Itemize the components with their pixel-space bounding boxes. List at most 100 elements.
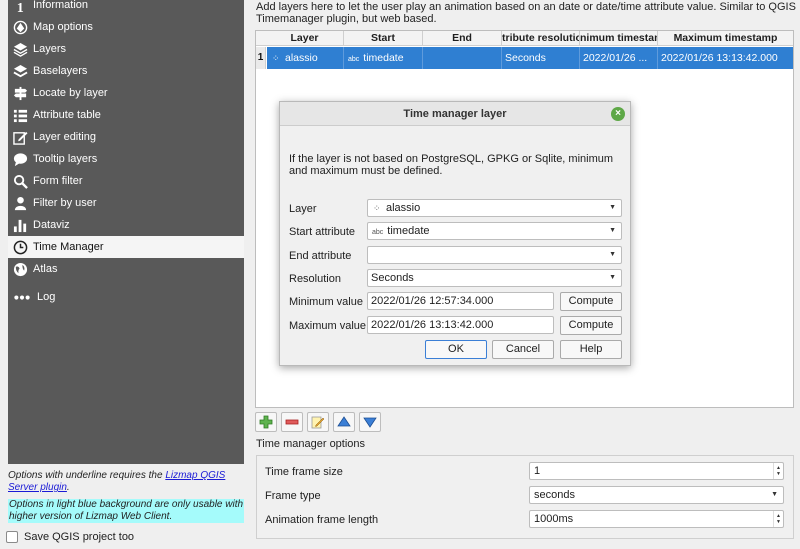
maximum-value-label: Maximum value (289, 320, 367, 332)
signpost-icon (10, 84, 30, 102)
row-number[interactable]: 1 (256, 47, 266, 69)
table-header: Layer Start End tribute resolutio nimum … (256, 31, 793, 46)
cell-layer-text: alassio (285, 52, 318, 64)
move-down-button[interactable] (359, 412, 381, 432)
dialog-titlebar[interactable]: Time manager layer × (280, 102, 630, 126)
sidebar-item-baselayers[interactable]: Baselayers (8, 60, 244, 82)
sidebar-item-label: Atlas (33, 263, 58, 275)
end-attribute-label: End attribute (289, 250, 352, 262)
globe-icon (10, 260, 30, 278)
column-header-end[interactable]: End (423, 31, 502, 46)
add-layer-button[interactable] (255, 412, 277, 432)
baselayers-icon (10, 62, 30, 80)
column-header-layer[interactable]: Layer (266, 31, 344, 46)
frame-type-select[interactable]: seconds ▼ (529, 486, 784, 504)
underline-options-hint: Options with underline requires the Lizm… (8, 470, 244, 494)
chevron-down-icon: ▼ (609, 251, 616, 258)
layers-icon (10, 40, 30, 58)
arrow-down-icon (363, 417, 377, 428)
save-project-label: Save QGIS project too (24, 531, 135, 543)
sidebar-item-log[interactable]: Log (8, 286, 244, 308)
start-attribute-label: Start attribute (289, 226, 356, 238)
sidebar-item-atlas[interactable]: Atlas (8, 258, 244, 280)
speech-bubble-icon (10, 150, 30, 168)
sidebar-item-label: Time Manager (33, 241, 104, 253)
time-manager-layer-dialog: Time manager layer × If the layer is not… (279, 101, 631, 366)
chevron-down-icon: ▼ (609, 227, 616, 234)
frame-size-value: 1 (534, 465, 541, 477)
cell-min-timestamp: 2022/01/26 ... (580, 47, 658, 69)
sidebar-item-filter-by-user[interactable]: Filter by user (8, 192, 244, 214)
cell-start: abc timedate (344, 47, 423, 69)
sidebar-item-dataviz[interactable]: Dataviz (8, 214, 244, 236)
table-row[interactable]: ⁘ alassio abc timedate Seconds 2022/01/26 … (267, 47, 793, 69)
resolution-value: Seconds (371, 272, 414, 284)
save-project-option[interactable]: Save QGIS project too (6, 530, 134, 544)
table-toolbar (255, 412, 381, 432)
frame-size-label: Time frame size (265, 466, 343, 478)
sidebar-item-label: Baselayers (33, 65, 88, 77)
cancel-button[interactable]: Cancel (492, 340, 554, 359)
sidebar-item-information[interactable]: 1 Information (8, 0, 244, 16)
move-up-button[interactable] (333, 412, 355, 432)
chevron-down-icon: ▼ (771, 491, 778, 498)
clock-icon (10, 238, 30, 256)
sidebar-item-form-filter[interactable]: Form filter (8, 170, 244, 192)
maximum-value-input[interactable]: 2022/01/26 13:13:42.000 (367, 316, 554, 334)
ok-button[interactable]: OK (425, 340, 487, 359)
sidebar-item-attribute-table[interactable]: Attribute table (8, 104, 244, 126)
layer-select[interactable]: ⁘ alassio ▼ (367, 199, 622, 217)
sidebar-item-label: Tooltip layers (33, 153, 98, 165)
frame-length-value: 1000ms (534, 513, 574, 525)
close-icon[interactable]: × (611, 107, 625, 121)
list-icon (10, 106, 30, 124)
dialog-message: If the layer is not based on PostgreSQL,… (289, 153, 614, 177)
sidebar-item-tooltip-layers[interactable]: Tooltip layers (8, 148, 244, 170)
edit-icon (10, 128, 30, 146)
spin-arrows-icon[interactable]: ▲ ▼ (773, 463, 783, 479)
sidebar-item-layer-editing[interactable]: Layer editing (8, 126, 244, 148)
hint-text-suffix: . (66, 482, 70, 493)
column-header-start[interactable]: Start (344, 31, 423, 46)
resolution-select[interactable]: Seconds ▼ (367, 269, 622, 287)
help-button[interactable]: Help (560, 340, 622, 359)
cell-resolution: Seconds (502, 47, 580, 69)
user-icon (10, 194, 30, 212)
spin-arrows-icon[interactable]: ▲ ▼ (773, 511, 783, 527)
sidebar-item-label: Filter by user (33, 197, 97, 209)
sidebar-item-locate-by-layer[interactable]: Locate by layer (8, 82, 244, 104)
chevron-down-icon: ▼ (609, 204, 616, 211)
sidebar-item-time-manager[interactable]: Time Manager (8, 236, 244, 258)
compute-max-button[interactable]: Compute (560, 316, 622, 335)
column-header-min-timestamp[interactable]: nimum timestan (580, 31, 658, 46)
end-attribute-select[interactable]: ▼ (367, 246, 622, 264)
sidebar-item-label: Dataviz (33, 219, 70, 231)
compute-min-button[interactable]: Compute (560, 292, 622, 311)
remove-layer-button[interactable] (281, 412, 303, 432)
save-project-checkbox[interactable] (6, 531, 18, 543)
start-attribute-select[interactable]: abc timedate ▼ (367, 222, 622, 240)
bar-chart-icon (10, 216, 30, 234)
column-header-max-timestamp[interactable]: Maximum timestamp (658, 31, 793, 46)
sidebar-item-label: Layer editing (33, 131, 96, 143)
point-layer-icon: ⁘ (373, 203, 381, 213)
frame-length-spinbox[interactable]: 1000ms ▲ ▼ (529, 510, 784, 528)
edit-layer-button[interactable] (307, 412, 329, 432)
hint-text: Options with underline requires the (8, 470, 166, 481)
sidebar-item-map-options[interactable]: Map options (8, 16, 244, 38)
frame-length-label: Animation frame length (265, 514, 379, 526)
remove-icon (285, 419, 299, 425)
map-icon (10, 18, 30, 36)
minimum-value-label: Minimum value (289, 296, 363, 308)
cell-start-text: timedate (363, 52, 404, 64)
text-field-icon: abc (372, 229, 384, 236)
sidebar-item-label: Attribute table (33, 109, 101, 121)
pencil-icon (311, 416, 325, 429)
minimum-value-input[interactable]: 2022/01/26 12:57:34.000 (367, 292, 554, 310)
column-header-resolution[interactable]: tribute resolutio (502, 31, 580, 46)
sidebar-item-layers[interactable]: Layers (8, 38, 244, 60)
sidebar-item-label: Map options (33, 21, 93, 33)
frame-size-spinbox[interactable]: 1 ▲ ▼ (529, 462, 784, 480)
chevron-down-icon: ▼ (609, 274, 616, 281)
options-section-title: Time manager options (256, 438, 366, 450)
